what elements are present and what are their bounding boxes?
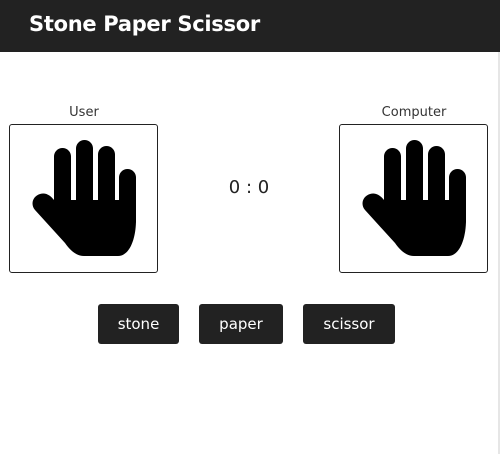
hand-paper-icon [32,140,136,256]
computer-label: Computer [381,105,447,120]
hand-paper-icon [362,140,466,256]
user-choice-box [9,124,158,273]
computer-choice-box [339,124,488,273]
app-title: Stone Paper Scissor [29,12,260,36]
user-label: User [69,105,99,120]
scissor-button[interactable]: scissor [303,304,395,344]
paper-button[interactable]: paper [199,304,283,344]
stone-button[interactable]: stone [98,304,179,344]
score-display: 0 : 0 [228,177,270,198]
app-header: Stone Paper Scissor [0,0,500,52]
